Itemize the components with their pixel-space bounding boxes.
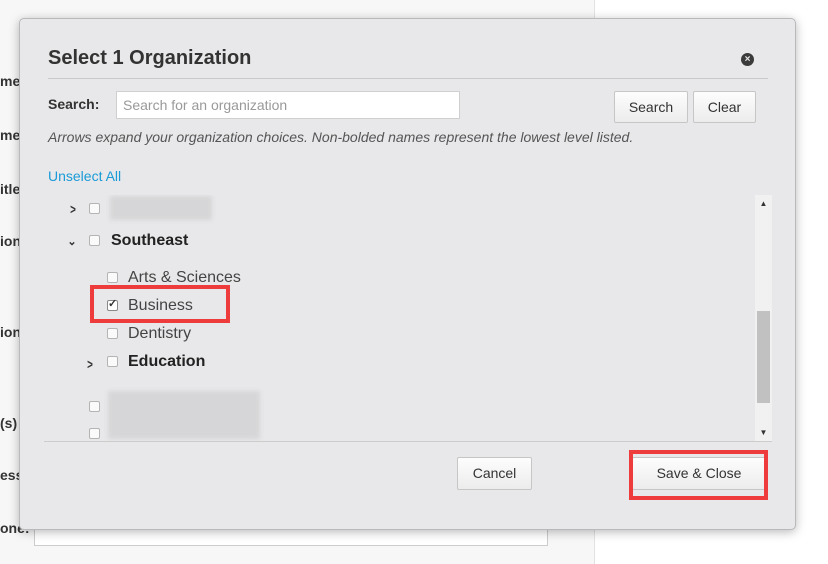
footer-divider [44,441,772,442]
checkbox[interactable] [89,203,100,214]
tree-row-redacted: > [48,196,755,220]
checkbox[interactable] [107,356,118,367]
search-button[interactable]: Search [614,91,688,123]
redacted-label [108,391,260,439]
background-label: me [0,73,21,89]
arrow-down-icon[interactable]: ▼ [755,424,772,441]
tree-label: Southeast [111,232,189,249]
chevron-down-icon[interactable]: ⌄ [66,231,78,253]
checkbox-checked[interactable] [107,297,118,311]
search-input[interactable] [116,91,460,119]
tree-label: Arts & Sciences [128,269,241,286]
chevron-right-icon[interactable]: > [69,198,77,220]
background-label: me [0,127,21,143]
background-label: (s) [0,415,18,431]
cancel-button[interactable]: Cancel [457,457,532,490]
checkbox[interactable] [89,428,100,439]
tree-row-southeast: ⌄ Southeast [48,230,755,252]
background-label: ion [0,233,21,249]
close-icon[interactable]: × [741,53,754,66]
checkbox[interactable] [107,272,118,283]
arrow-up-icon[interactable]: ▲ [755,195,772,212]
background-label: itle [0,181,21,197]
tree-scrollbar[interactable]: ▲ ▼ [755,195,772,441]
tree-label: Education [128,353,206,370]
search-label: Search: [48,96,100,112]
instructions-text: Arrows expand your organization choices.… [48,129,634,145]
unselect-all-link[interactable]: Unselect All [48,168,121,184]
background-label: ion [0,324,21,340]
tree-row-dentistry: Dentistry [48,323,755,345]
tree-label: Business [128,297,193,314]
checkbox[interactable] [89,235,100,246]
checkbox[interactable] [107,328,118,339]
redacted-label [110,196,212,220]
tree-label: Dentistry [128,325,192,342]
tree-row-business: Business [48,295,755,317]
clear-button[interactable]: Clear [693,91,756,123]
scrollbar-thumb[interactable] [757,311,770,403]
organization-tree: > ⌄ Southeast Arts & Sciences Business D… [48,195,755,441]
checkbox[interactable] [89,401,100,412]
save-close-button[interactable]: Save & Close [632,457,766,490]
chevron-right-icon[interactable]: > [86,353,94,375]
tree-row-education: > Education [48,351,755,373]
dialog-title: Select 1 Organization [48,47,252,69]
title-divider [48,78,768,79]
tree-row-arts-sciences: Arts & Sciences [48,267,755,289]
select-organization-dialog: Select 1 Organization × Search: Search C… [19,18,796,530]
